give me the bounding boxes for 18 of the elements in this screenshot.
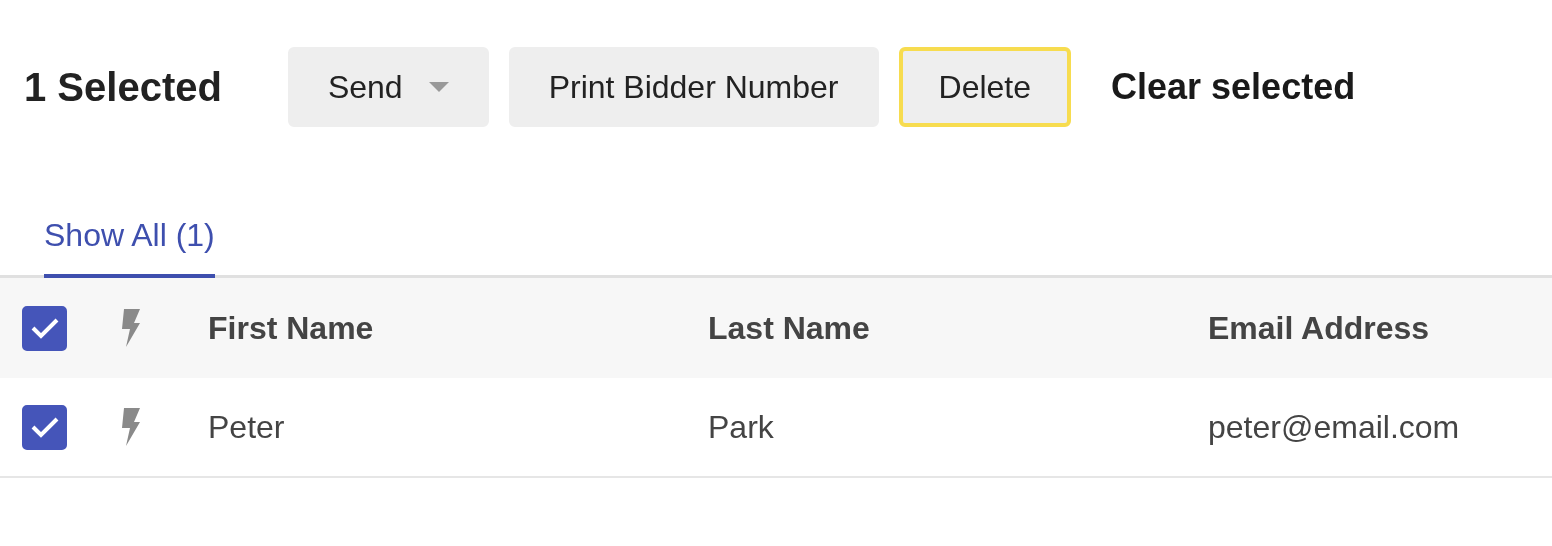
column-header: First Name [208, 309, 375, 347]
table-cell-text: Park [708, 408, 775, 446]
selection-count: 1 Selected [24, 64, 222, 110]
checkbox[interactable] [22, 305, 67, 351]
table-cell-text: peter@email.com [1208, 408, 1461, 446]
caret-icon [428, 82, 449, 92]
dropdown-button[interactable]: Send [287, 47, 489, 127]
lightning-icon [120, 408, 142, 446]
clear-selected-link[interactable]: Clear selected [1111, 66, 1356, 108]
table-cell-text: Peter [208, 408, 286, 446]
checkmark-icon [29, 316, 60, 340]
column-header: Last Name [708, 309, 871, 347]
column-header: Email Address [1208, 309, 1431, 347]
checkmark-icon [29, 415, 60, 439]
action-button[interactable]: Print Bidder Number [508, 47, 879, 127]
lightning-icon [120, 309, 142, 347]
action-button[interactable]: Delete [898, 47, 1071, 127]
checkbox[interactable] [22, 404, 67, 450]
